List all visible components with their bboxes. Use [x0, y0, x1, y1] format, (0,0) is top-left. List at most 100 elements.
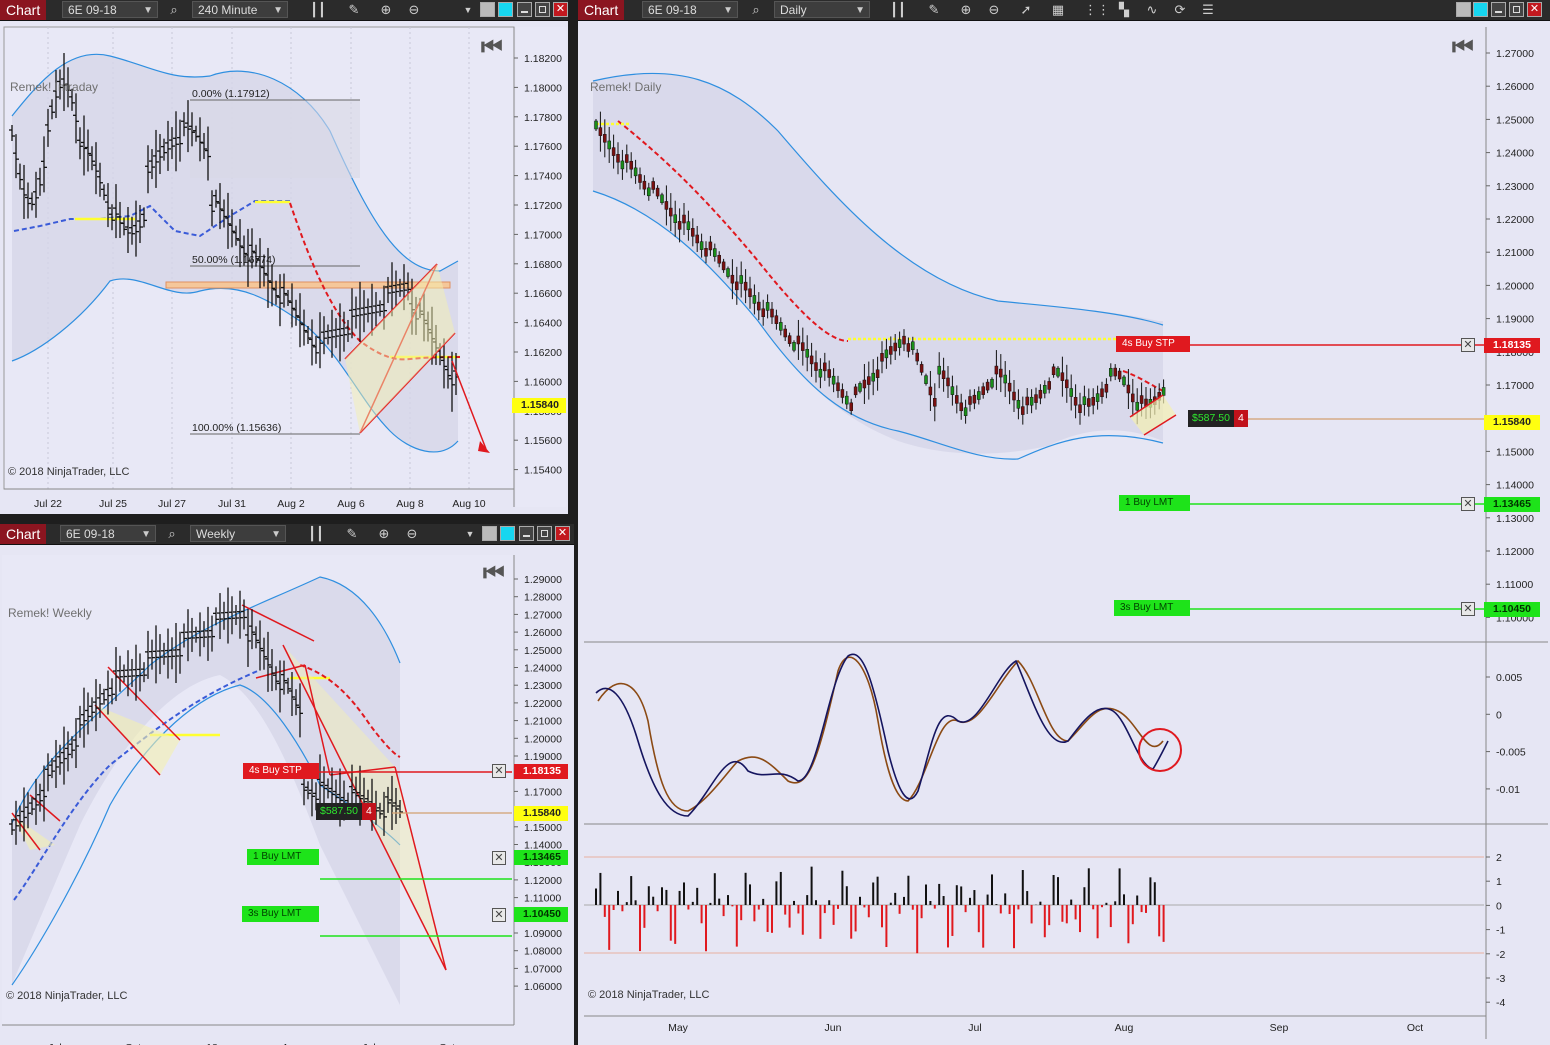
cancel-order-icon[interactable]: ✕ — [492, 908, 506, 922]
refresh-icon[interactable]: ⟳ — [1172, 2, 1188, 18]
zoom-out-icon[interactable]: ⊖ — [406, 2, 422, 18]
chart-title[interactable]: Chart — [578, 0, 625, 20]
candle-body — [603, 134, 607, 143]
minimize-button[interactable] — [1491, 2, 1506, 17]
minimize-button[interactable] — [519, 526, 534, 541]
histogram-bar — [1074, 905, 1077, 920]
search-icon[interactable]: ⌕ — [164, 526, 180, 542]
order-buy-limit-3-tag[interactable]: 3s Buy LMT — [1114, 600, 1190, 616]
candle-body — [721, 261, 726, 271]
pnl-value: $587.50 — [316, 803, 362, 820]
candle-body — [836, 382, 840, 392]
indicators-icon[interactable]: ⋮⋮ — [1084, 2, 1110, 18]
candle-body — [831, 375, 836, 385]
histogram-bar — [1030, 905, 1033, 924]
link-cyan-button[interactable] — [498, 2, 513, 17]
histogram-bar — [828, 900, 831, 905]
chevron-down-icon: ▼ — [143, 5, 153, 16]
instrument-selector[interactable]: 6E 09-18 ▼ — [60, 525, 156, 542]
bar-style-icon[interactable]: ┃┃ — [308, 526, 324, 542]
histogram-bar — [911, 905, 914, 910]
skip-to-end-icon[interactable]: ⏮ — [483, 560, 505, 588]
minimize-button[interactable] — [517, 2, 532, 17]
candle-body — [739, 275, 743, 284]
pencil-icon[interactable]: ✎ — [926, 2, 942, 18]
order-buy-limit-1-tag[interactable]: 1 Buy LMT — [1119, 495, 1190, 511]
histogram-bar — [793, 900, 795, 905]
order-buy-stop-tag[interactable]: 4s Buy STP — [243, 763, 319, 779]
data-box-icon[interactable]: ▦ — [1050, 2, 1066, 18]
period-selector[interactable]: 240 Minute ▼ — [192, 1, 288, 18]
cancel-order-icon[interactable]: ✕ — [1461, 602, 1475, 616]
color-gray-button[interactable] — [1456, 2, 1471, 17]
price-tick-label: 1.22000 — [1496, 214, 1534, 226]
instrument-selector[interactable]: 6E 09-18 ▼ — [62, 1, 158, 18]
pencil-icon[interactable]: ✎ — [346, 2, 362, 18]
intraday-plot[interactable]: 0.00% (1.17912) 50.00% (1.16774) 100.00%… — [0, 21, 568, 514]
skip-to-end-icon[interactable]: ⏮ — [1452, 34, 1474, 62]
candle-body — [638, 174, 642, 183]
histogram-tick-label: 0 — [1496, 900, 1502, 912]
strategies-icon[interactable]: ▚ — [1116, 2, 1132, 18]
zoom-out-icon[interactable]: ⊖ — [986, 2, 1002, 18]
cancel-order-icon[interactable]: ✕ — [492, 764, 506, 778]
order-buy-stop-tag[interactable]: 4s Buy STP — [1116, 336, 1190, 352]
buy-stop-price-flag: 1.18135 — [514, 764, 568, 779]
pencil-icon[interactable]: ✎ — [344, 526, 360, 542]
color-gray-button[interactable] — [482, 526, 497, 541]
skip-to-end-icon[interactable]: ⏮ — [481, 34, 503, 62]
candle-body — [1109, 368, 1113, 377]
close-button[interactable]: ✕ — [555, 526, 570, 541]
dropdown-icon[interactable]: ▼ — [460, 2, 476, 18]
zoom-out-icon[interactable]: ⊖ — [404, 526, 420, 542]
cancel-order-icon[interactable]: ✕ — [1461, 338, 1475, 352]
bar-style-icon[interactable]: ┃┃ — [310, 2, 326, 18]
period-selector[interactable]: Weekly ▼ — [190, 525, 286, 542]
bar-style-icon[interactable]: ┃┃ — [890, 2, 906, 18]
maximize-button[interactable] — [537, 526, 552, 541]
close-button[interactable]: ✕ — [1527, 2, 1542, 17]
close-button[interactable]: ✕ — [553, 2, 568, 17]
maximize-button[interactable] — [535, 2, 550, 17]
candle-body — [1007, 382, 1012, 392]
search-icon[interactable]: ⌕ — [748, 2, 764, 18]
period-value: Daily — [780, 3, 807, 17]
buy-limit-3-price-flag: 1.10450 — [514, 907, 568, 922]
period-selector[interactable]: Daily ▼ — [774, 1, 870, 18]
order-buy-limit-1-tag[interactable]: 1 Buy LMT — [247, 849, 319, 865]
candle-body — [607, 140, 611, 150]
pointer-icon[interactable]: ➚ — [1018, 2, 1034, 18]
drawing-tools-icon[interactable]: ∿ — [1144, 2, 1160, 18]
cancel-order-icon[interactable]: ✕ — [492, 851, 506, 865]
search-icon[interactable]: ⌕ — [166, 2, 182, 18]
daily-plot[interactable]: 1.27000 1.26000 1.25000 1.24000 1.23000 1.220… — [578, 21, 1550, 1045]
candle-body — [765, 302, 770, 311]
price-tick-label: 1.25000 — [1496, 114, 1534, 126]
zoom-in-icon[interactable]: ⊕ — [376, 526, 392, 542]
candle-body — [875, 369, 880, 378]
position-qty: 4 — [1233, 410, 1248, 427]
chart-title[interactable]: Chart — [0, 0, 47, 20]
cancel-order-icon[interactable]: ✕ — [1461, 497, 1475, 511]
zoom-in-icon[interactable]: ⊕ — [958, 2, 974, 18]
candle-body — [897, 339, 902, 348]
position-pnl[interactable]: $587.50 4 — [1188, 410, 1248, 427]
properties-icon[interactable]: ☰ — [1200, 2, 1216, 18]
maximize-button[interactable] — [1509, 2, 1524, 17]
candle-body — [704, 248, 708, 257]
order-buy-limit-3-tag[interactable]: 3s Buy LMT — [242, 906, 319, 922]
chart-title[interactable]: Chart — [0, 524, 47, 544]
price-tick-label: 1.17200 — [524, 200, 562, 212]
link-cyan-button[interactable] — [1473, 2, 1488, 17]
link-cyan-button[interactable] — [500, 526, 515, 541]
histogram-bar — [727, 895, 729, 905]
weekly-plot[interactable]: 1.29000 1.28000 1.27000 1.26000 1.25000 1.240… — [0, 545, 574, 1045]
color-gray-button[interactable] — [480, 2, 495, 17]
instrument-selector[interactable]: 6E 09-18 ▼ — [642, 1, 738, 18]
candle-body — [713, 248, 717, 257]
dropdown-icon[interactable]: ▼ — [462, 526, 478, 542]
position-pnl[interactable]: $587.50 4 — [316, 803, 376, 820]
zoom-in-icon[interactable]: ⊕ — [378, 2, 394, 18]
candle-body — [818, 368, 823, 378]
candle-body — [682, 214, 686, 224]
